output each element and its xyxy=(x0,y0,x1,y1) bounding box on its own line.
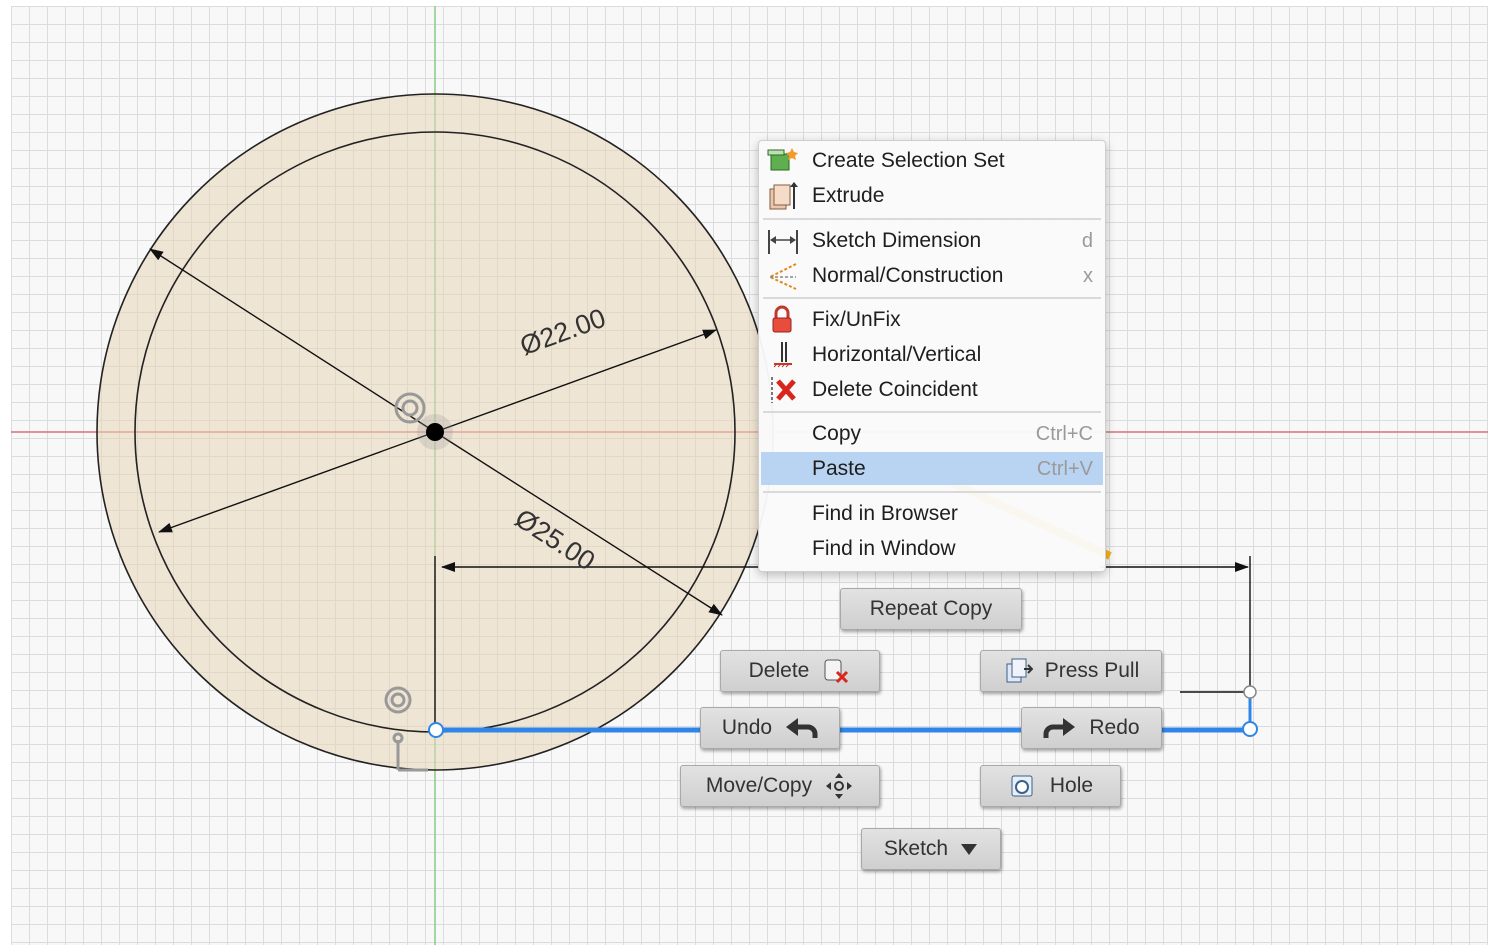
delete-button[interactable]: Delete xyxy=(720,650,880,692)
menu-item-find-in-window[interactable]: Find in Window xyxy=(761,532,1103,565)
press-pull-icon xyxy=(1006,658,1033,683)
sketch-dimension-icon xyxy=(766,226,798,256)
chevron-down-icon xyxy=(961,844,978,855)
extrude-icon xyxy=(766,181,798,211)
endpoint-top xyxy=(1243,685,1257,699)
menu-item-sketch-dimension[interactable]: Sketch Dimension d xyxy=(761,224,1103,257)
menu-item-normal-construction[interactable]: Normal/Construction x xyxy=(761,259,1103,292)
endpoint-right xyxy=(1242,721,1258,737)
redo-arrow-icon xyxy=(1043,718,1076,738)
sketch-dropdown-button[interactable]: Sketch xyxy=(861,828,1001,870)
menu-item-delete-coincident[interactable]: Delete Coincident xyxy=(761,373,1103,406)
horizontal-vertical-icon xyxy=(766,340,798,370)
menu-item-find-in-browser[interactable]: Find in Browser xyxy=(761,497,1103,530)
undo-arrow-icon xyxy=(786,718,818,738)
press-pull-button[interactable]: Press Pull xyxy=(980,650,1162,692)
move-icon xyxy=(826,773,853,799)
delete-coincident-icon xyxy=(766,375,798,405)
lock-icon xyxy=(766,305,798,335)
endpoint-left xyxy=(428,722,444,738)
menu-item-create-selection-set[interactable]: Create Selection Set xyxy=(761,144,1103,177)
move-copy-button[interactable]: Move/Copy xyxy=(680,765,880,807)
repeat-copy-button[interactable]: Repeat Copy xyxy=(840,588,1022,630)
selection-set-icon xyxy=(766,146,798,176)
menu-item-horizontal-vertical[interactable]: Horizontal/Vertical xyxy=(761,338,1103,371)
context-menu: Create Selection Set Extrude Sketch Dime… xyxy=(758,140,1106,572)
menu-item-fix-unfix[interactable]: Fix/UnFix xyxy=(761,303,1103,336)
menu-item-paste[interactable]: Paste Ctrl+V xyxy=(761,452,1103,485)
center-point xyxy=(426,423,444,441)
delete-icon xyxy=(824,659,849,684)
undo-button[interactable]: Undo xyxy=(700,707,840,749)
hole-icon xyxy=(1011,775,1033,797)
menu-item-extrude[interactable]: Extrude xyxy=(761,179,1103,212)
construction-icon xyxy=(766,261,798,291)
hole-button[interactable]: Hole xyxy=(980,765,1121,807)
redo-button[interactable]: Redo xyxy=(1021,707,1162,749)
menu-item-copy[interactable]: Copy Ctrl+C xyxy=(761,417,1103,450)
